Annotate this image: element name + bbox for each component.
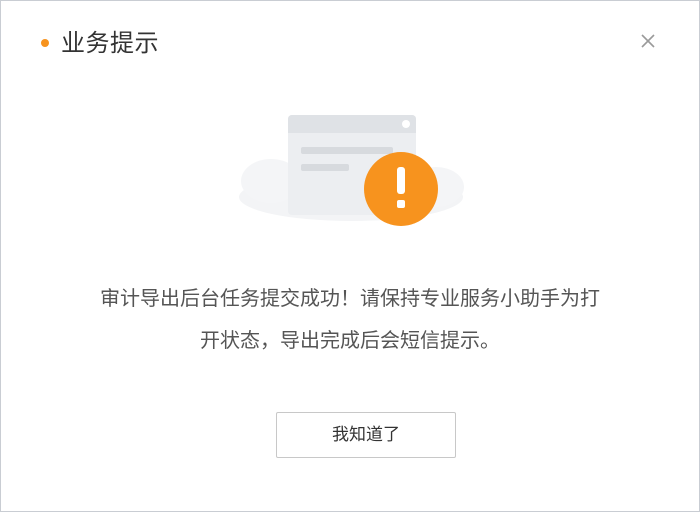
close-button[interactable] — [639, 32, 657, 50]
dialog-title: 业务提示 — [61, 29, 159, 57]
business-tip-dialog: 业务提示 审计导出后台任务提交成功！请保持专业服务小助手为打 开状态，导出完成后… — [0, 0, 700, 512]
message-line-1: 审计导出后台任务提交成功！请保持专业服务小助手为打 — [100, 286, 600, 310]
warning-illustration — [231, 109, 471, 239]
dialog-header: 业务提示 — [1, 1, 699, 81]
dialog-message: 审计导出后台任务提交成功！请保持专业服务小助手为打 开状态，导出完成后会短信提示… — [31, 277, 669, 361]
acknowledge-button[interactable]: 我知道了 — [276, 412, 456, 458]
message-line-2: 开状态，导出完成后会短信提示。 — [200, 328, 500, 352]
warning-exclamation-icon — [239, 115, 464, 226]
close-icon — [641, 34, 655, 48]
title-dot-icon — [41, 39, 49, 47]
